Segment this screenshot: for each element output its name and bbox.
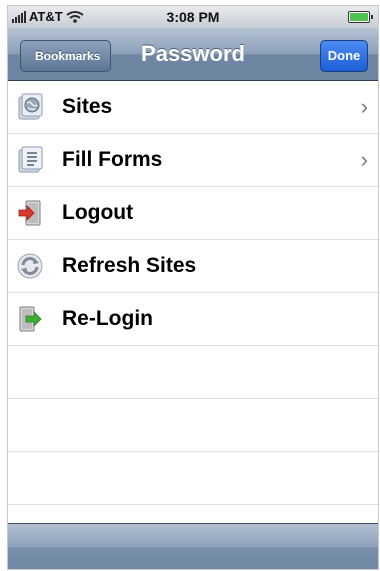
menu-item-label: Re-Login	[62, 307, 153, 330]
status-bar: AT&T 3:08 PM	[8, 6, 378, 28]
password-menu-list: Sites › Fill Forms › Logout Refresh Site…	[8, 81, 378, 505]
globe-icon	[16, 93, 44, 121]
menu-item-sites[interactable]: Sites ›	[8, 81, 378, 134]
empty-row	[8, 452, 378, 505]
empty-row	[8, 346, 378, 399]
done-button[interactable]: Done	[320, 40, 368, 72]
menu-item-label: Sites	[62, 95, 113, 118]
empty-row	[8, 399, 378, 452]
chevron-right-icon: ›	[360, 94, 368, 119]
menu-item-re-login[interactable]: Re-Login	[8, 293, 378, 346]
navigation-bar: Bookmarks Password Done	[8, 28, 378, 81]
battery-icon	[348, 11, 373, 23]
chevron-right-icon: ›	[360, 147, 368, 172]
menu-item-refresh-sites[interactable]: Refresh Sites	[8, 240, 378, 293]
phone-screen: AT&T 3:08 PM Bookmarks Password Done Sit…	[8, 6, 378, 569]
menu-item-logout[interactable]: Logout	[8, 187, 378, 240]
menu-item-label: Fill Forms	[62, 148, 163, 171]
menu-item-label: Logout	[62, 201, 134, 224]
status-time: 3:08 PM	[166, 9, 220, 25]
forms-icon	[16, 146, 44, 174]
relogin-icon	[16, 305, 44, 333]
refresh-icon	[16, 252, 44, 280]
logout-icon	[16, 199, 44, 227]
bottom-toolbar	[8, 523, 378, 569]
menu-item-label: Refresh Sites	[62, 254, 197, 277]
menu-item-fill-forms[interactable]: Fill Forms ›	[8, 134, 378, 187]
